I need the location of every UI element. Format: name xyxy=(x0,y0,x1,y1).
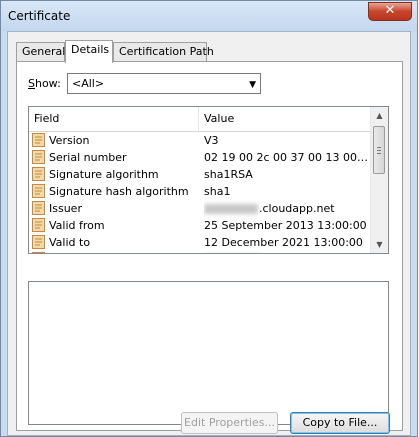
row-field-name: Subject xyxy=(49,251,90,253)
row-field-value: sha1 xyxy=(204,185,231,198)
tab-certification-path[interactable]: Certification Path xyxy=(113,42,214,61)
title-bar[interactable]: Certificate ✕ xyxy=(1,1,417,31)
tab-general[interactable]: General xyxy=(16,42,65,61)
certificate-field-icon xyxy=(32,218,45,232)
list-header: Field Value xyxy=(29,107,371,132)
certificate-field-icon xyxy=(32,150,45,164)
scrollbar-grip-line xyxy=(377,153,381,154)
row-field-name: Version xyxy=(49,134,90,147)
row-field-name: Valid from xyxy=(49,219,105,232)
certificate-field-icon xyxy=(32,252,45,253)
scrollbar-thumb[interactable] xyxy=(373,126,385,174)
field-detail-textbox[interactable] xyxy=(28,281,389,425)
details-panel: Show: <All> ▼ Field Value Version V3 Seria… xyxy=(16,61,403,431)
tab-details[interactable]: Details xyxy=(65,40,113,63)
row-field-value: 25 September 2013 13:00:00 xyxy=(204,219,367,232)
certificate-window: Certificate ✕ General Details Certificat… xyxy=(0,0,418,437)
show-dropdown-value: <All> xyxy=(72,77,105,90)
certificate-fields-list[interactable]: Field Value Version V3 Serial number 02 19 … xyxy=(28,106,389,254)
table-row[interactable]: Serial number 02 19 00 2c 00 37 00 13 00 … xyxy=(29,149,371,166)
row-field-name: Signature hash algorithm xyxy=(49,185,189,198)
scrollbar-grip-line xyxy=(377,147,381,148)
redacted-text xyxy=(204,204,258,214)
show-label: Show: xyxy=(28,77,61,90)
show-dropdown[interactable]: <All> ▼ xyxy=(67,73,261,94)
row-field-value: V3 xyxy=(204,134,219,147)
row-field-value: .cloudapp.net xyxy=(204,200,369,217)
list-rows: Version V3 Serial number 02 19 00 2c 00 37 … xyxy=(29,132,371,253)
table-row[interactable]: Subject .cloudapp.net xyxy=(29,251,371,253)
row-field-value: sha1RSA xyxy=(204,168,253,181)
scroll-down-arrow-icon[interactable]: ▼ xyxy=(371,236,388,253)
table-row[interactable]: Signature hash algorithm sha1 xyxy=(29,183,371,200)
close-button[interactable]: ✕ xyxy=(368,2,412,21)
table-row[interactable]: Signature algorithm sha1RSA xyxy=(29,166,371,183)
table-row[interactable]: Valid from 25 September 2013 13:00:00 xyxy=(29,217,371,234)
vertical-scrollbar[interactable]: ▲ ▼ xyxy=(370,107,388,253)
certificate-field-icon xyxy=(32,133,45,147)
row-field-name: Signature algorithm xyxy=(49,168,159,181)
chevron-down-icon: ▼ xyxy=(249,80,256,90)
row-field-name: Issuer xyxy=(49,202,82,215)
window-title: Certificate xyxy=(8,9,71,23)
row-field-value: 02 19 00 2c 00 37 00 13 00 1b... xyxy=(204,151,369,164)
row-field-value: 12 December 2021 13:00:00 xyxy=(204,236,363,249)
table-row[interactable]: Valid to 12 December 2021 13:00:00 xyxy=(29,234,371,251)
edit-properties-button[interactable]: Edit Properties... xyxy=(181,412,278,434)
certificate-field-icon xyxy=(32,184,45,198)
column-header-value[interactable]: Value xyxy=(199,107,371,131)
scroll-up-arrow-icon[interactable]: ▲ xyxy=(371,107,388,124)
copy-to-file-button[interactable]: Copy to File... xyxy=(290,412,390,434)
close-icon: ✕ xyxy=(384,3,396,18)
row-field-name: Serial number xyxy=(49,151,127,164)
certificate-field-icon xyxy=(32,235,45,249)
dialog-client-area: General Details Certification Path Show:… xyxy=(7,31,411,436)
certificate-field-icon xyxy=(32,201,45,215)
certificate-field-icon xyxy=(32,167,45,181)
row-field-name: Valid to xyxy=(49,236,91,249)
table-row[interactable]: Issuer .cloudapp.net xyxy=(29,200,371,217)
column-header-field[interactable]: Field xyxy=(29,107,199,131)
table-row[interactable]: Version V3 xyxy=(29,132,371,149)
row-field-value: .cloudapp.net xyxy=(204,251,369,253)
scrollbar-grip-line xyxy=(377,150,381,151)
